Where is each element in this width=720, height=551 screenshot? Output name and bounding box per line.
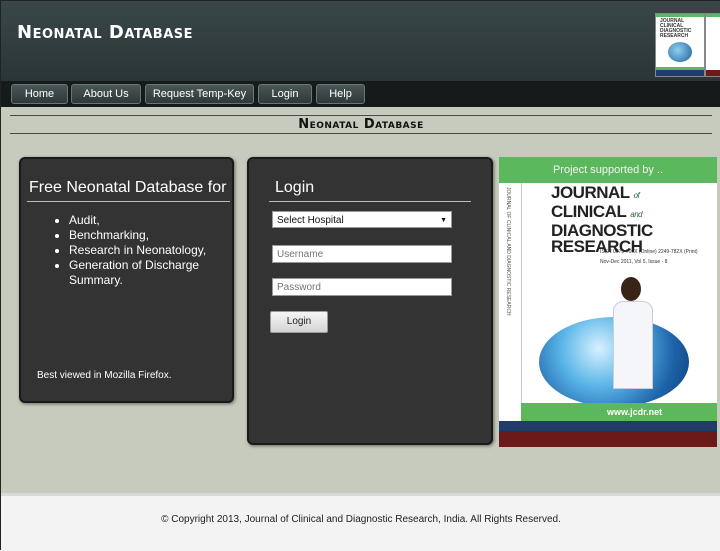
site-footer: © Copyright 2013, Journal of Clinical an… <box>1 493 720 551</box>
nav-login[interactable]: Login <box>258 84 312 104</box>
sponsor-advert[interactable]: Project supported by .. JOURNAL OF CLINI… <box>499 157 717 447</box>
chevron-down-icon: ▼ <box>440 217 447 224</box>
feature-item: Research in Neonatology, <box>69 243 232 258</box>
ad-issue: Nov-Dec 2011, Vol 5, Issue - 8 <box>600 259 668 265</box>
doctor-illustration <box>611 277 653 389</box>
nav-home[interactable]: Home <box>11 84 68 104</box>
feature-list: Audit, Benchmarking, Research in Neonato… <box>51 213 232 288</box>
ad-journal-title: JOURNAL of CLINICAL and DIAGNOSTIC RESEA… <box>551 183 653 256</box>
username-field[interactable] <box>272 245 452 263</box>
thumb-title: JOURNAL CLINICAL DIAGNOSTIC RESEARCH <box>660 18 692 39</box>
main-navbar: Home About Us Request Temp-Key Login Hel… <box>1 81 720 107</box>
password-field[interactable] <box>272 278 452 296</box>
login-panel: Login Select Hospital ▼ Login <box>247 157 493 445</box>
site-header: Neonatal Database JOURNAL CLINICAL DIAGNOS… <box>1 1 720 81</box>
ad-bottom-band-navy <box>499 421 717 431</box>
feature-item: Audit, <box>69 213 232 228</box>
hospital-select[interactable]: Select Hospital ▼ <box>272 211 452 228</box>
login-panel-divider <box>269 201 471 202</box>
journal-cover-thumbnail-2 <box>705 13 720 77</box>
heading-rule-bottom <box>10 133 712 134</box>
copyright-text: © Copyright 2013, Journal of Clinical an… <box>161 514 561 525</box>
ad-supported-by: Project supported by .. <box>552 164 664 176</box>
nav-about-us[interactable]: About Us <box>71 84 141 104</box>
info-panel-title: Free Neonatal Database for <box>29 179 227 196</box>
browser-note: Best viewed in Mozilla Firefox. <box>37 370 172 381</box>
nav-request-temp-key[interactable]: Request Temp-Key <box>145 84 254 104</box>
page-heading: Neonatal Database <box>298 117 424 132</box>
journal-cover-thumbnail-1: JOURNAL CLINICAL DIAGNOSTIC RESEARCH <box>655 13 705 77</box>
info-panel-divider <box>27 201 230 202</box>
nav-help[interactable]: Help <box>316 84 365 104</box>
info-panel: Free Neonatal Database for Audit, Benchm… <box>19 157 234 403</box>
ad-url: www.jcdr.net <box>607 407 663 417</box>
feature-item: Generation of Discharge Summary. <box>69 258 232 288</box>
ad-issn: ISSN 0973-709X (Online) 2249-782X (Print… <box>600 249 698 255</box>
feature-item: Benchmarking, <box>69 228 232 243</box>
hospital-select-value: Select Hospital <box>277 215 344 226</box>
login-panel-title: Login <box>275 179 315 196</box>
site-title: Neonatal Database <box>17 22 194 43</box>
ad-bottom-band-maroon <box>499 431 717 447</box>
login-button[interactable]: Login <box>270 311 328 333</box>
ad-spine-text: JOURNAL OF CLINICAL AND DIAGNOSTIC RESEA… <box>505 187 511 316</box>
heading-rule-top <box>10 115 712 116</box>
